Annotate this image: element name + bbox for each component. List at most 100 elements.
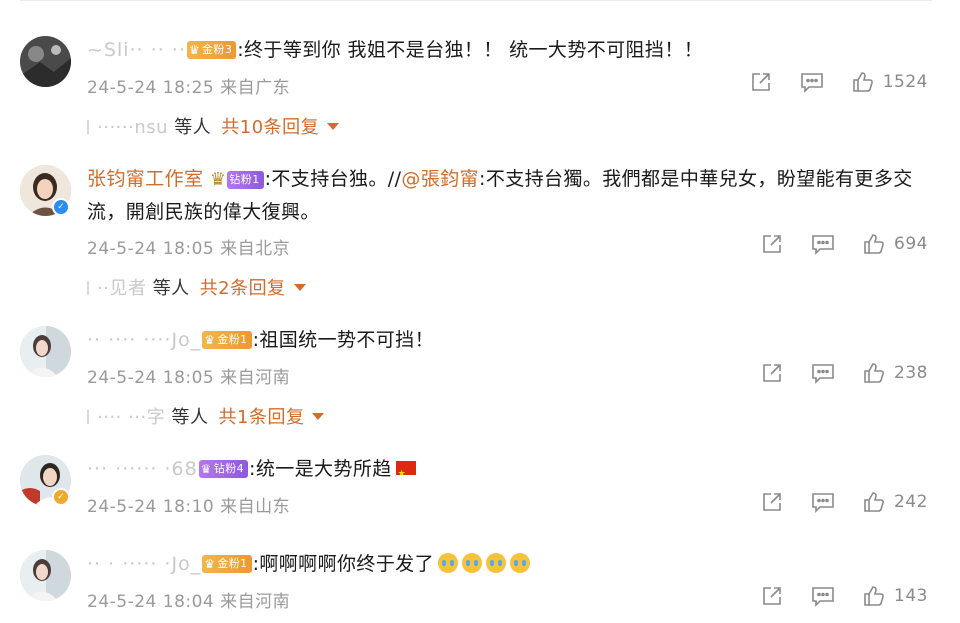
like-count: 238: [894, 363, 928, 383]
comment-text: :统一是大势所趋: [249, 458, 392, 480]
china-flag-icon: [395, 458, 416, 490]
comment-icon: [812, 235, 834, 255]
reply-suffix: 等人: [152, 278, 190, 299]
crown-icon: ♛: [204, 557, 216, 571]
reply-count-link[interactable]: 共1条回复: [219, 407, 305, 428]
comment-username[interactable]: 张钧甯工作室: [87, 168, 203, 190]
verified-icon: ✓: [52, 488, 70, 506]
comment-icon: [812, 364, 834, 384]
comment-location: 来自河南: [220, 368, 291, 388]
share-button[interactable]: [761, 362, 783, 384]
reply-divider: [87, 410, 89, 424]
comment-username[interactable]: ·· · ····· ·Jo_: [87, 553, 201, 575]
reply-summary[interactable]: ···· ···字 等人 共1条回复: [87, 403, 325, 429]
fan-badge-label: 金粉1: [217, 557, 248, 570]
reply-users: ··见者: [97, 278, 147, 299]
comment-text-line: ··· ······ ·68 ♛ 钻粉4:统一是大势所趋: [87, 453, 930, 490]
avatar[interactable]: [20, 36, 71, 87]
share-icon: [763, 364, 781, 382]
crown-icon: ♛: [204, 333, 216, 347]
mention-link[interactable]: @張鈞甯: [401, 168, 479, 190]
crying-emoji-icon: [437, 553, 458, 573]
reply-summary[interactable]: ······nsu 等人 共10条回复: [87, 113, 340, 139]
fan-badge-label: 金粉3: [202, 43, 233, 56]
reply-count-link[interactable]: 共10条回复: [221, 117, 319, 138]
like-button[interactable]: 242: [863, 491, 928, 513]
comment-button[interactable]: [811, 233, 835, 255]
share-button[interactable]: [761, 233, 783, 255]
comment-text: :祖国统一势不可挡！: [252, 329, 434, 351]
comment-meta: 24-5-24 18:10 来自山东: [87, 492, 290, 517]
reply-suffix: 等人: [171, 407, 209, 428]
like-icon: [864, 363, 884, 383]
share-icon: [763, 493, 781, 511]
comment-text: :终于等到你 我姐不是台独！！ 统一大势不可阻挡！！: [237, 39, 704, 61]
verified-icon: ✓: [52, 198, 70, 216]
fan-badge-label: 金粉1: [217, 333, 248, 346]
share-button[interactable]: [761, 585, 783, 607]
comment-actions: 143: [733, 585, 928, 607]
comment-text: :不支持台独。//: [264, 168, 402, 190]
comment-button[interactable]: [811, 491, 835, 513]
comment-text-line: ~Sli·· ·· ·· ♛ 金粉3:终于等到你 我姐不是台独！！ 统一大势不可阻挡…: [87, 34, 930, 66]
comment-actions: 1524: [722, 71, 928, 93]
comment-username[interactable]: ··· ······ ·68: [87, 458, 198, 480]
fan-badge[interactable]: ♛ 金粉3: [186, 41, 237, 59]
like-icon: [852, 72, 873, 92]
like-button[interactable]: 1524: [852, 71, 928, 93]
fan-badge[interactable]: ♛ 钻粉4: [198, 460, 249, 478]
comment-button[interactable]: [811, 585, 835, 607]
comment-meta: 24-5-24 18:04 来自河南: [87, 587, 290, 612]
comment-icon: [812, 587, 834, 607]
reply-suffix: 等人: [174, 117, 212, 138]
crying-emoji-icon: [461, 553, 482, 573]
reply-count-link[interactable]: 共2条回复: [200, 278, 286, 299]
share-icon: [763, 235, 781, 253]
fan-badge[interactable]: ♛ 金粉1: [202, 555, 252, 573]
like-count: 694: [894, 234, 928, 254]
comment-actions: 238: [733, 362, 928, 384]
like-icon: [864, 492, 884, 512]
comment-location: 来自河南: [220, 592, 291, 612]
comment-location: 来自北京: [220, 239, 291, 259]
like-button[interactable]: 143: [863, 585, 928, 607]
like-button[interactable]: 238: [863, 362, 928, 384]
chevron-down-icon: [293, 284, 306, 291]
like-count: 242: [894, 492, 928, 512]
comment-button[interactable]: [800, 71, 824, 93]
comment-time: 24-5-24 18:10: [87, 497, 215, 517]
like-button[interactable]: 694: [863, 233, 928, 255]
avatar[interactable]: [20, 550, 71, 601]
comment-location: 来自广东: [220, 78, 291, 98]
crown-icon: ♛: [200, 462, 212, 476]
comment-time: 24-5-24 18:25: [87, 78, 215, 98]
comment-meta: 24-5-24 18:05 来自河南: [87, 363, 290, 388]
fan-badge[interactable]: ♛ 金粉1: [202, 331, 252, 349]
comment-time: 24-5-24 18:04: [87, 592, 215, 612]
comment-time: 24-5-24 18:05: [87, 239, 215, 259]
comment-username[interactable]: ~Sli·· ·· ··: [87, 39, 186, 61]
share-icon: [763, 587, 781, 605]
comment-text-line: 张钧甯工作室 ♛ 钻粉1:不支持台独。//@張鈞甯:不支持台獨。我們都是中華兒女，…: [87, 163, 930, 228]
share-icon: [751, 73, 770, 91]
comment-username[interactable]: ·· ···· ····Jo_: [87, 329, 201, 351]
fan-badge[interactable]: 钻粉1: [227, 171, 264, 189]
comment-icon: [812, 493, 834, 513]
reply-divider: [87, 281, 89, 295]
share-button[interactable]: [750, 71, 772, 93]
comment-meta: 24-5-24 18:05 来自北京: [87, 234, 290, 259]
comment-text: :啊啊啊啊你终于发了: [252, 553, 434, 575]
comment-text-line: ·· ···· ····Jo_ ♛ 金粉1:祖国统一势不可挡！: [87, 324, 930, 356]
fan-badge-label: 钻粉1: [229, 173, 260, 186]
chevron-down-icon: [327, 123, 340, 130]
comment-actions: 242: [733, 491, 928, 513]
comment-button[interactable]: [811, 362, 835, 384]
share-button[interactable]: [761, 491, 783, 513]
avatar[interactable]: [20, 326, 71, 377]
comment-icon: [800, 73, 823, 93]
comment-time: 24-5-24 18:05: [87, 368, 215, 388]
crying-emoji-icon: [485, 553, 506, 573]
top-divider: [20, 0, 932, 1]
reply-summary[interactable]: ··见者 等人 共2条回复: [87, 274, 306, 300]
comment-actions: 694: [733, 233, 928, 255]
